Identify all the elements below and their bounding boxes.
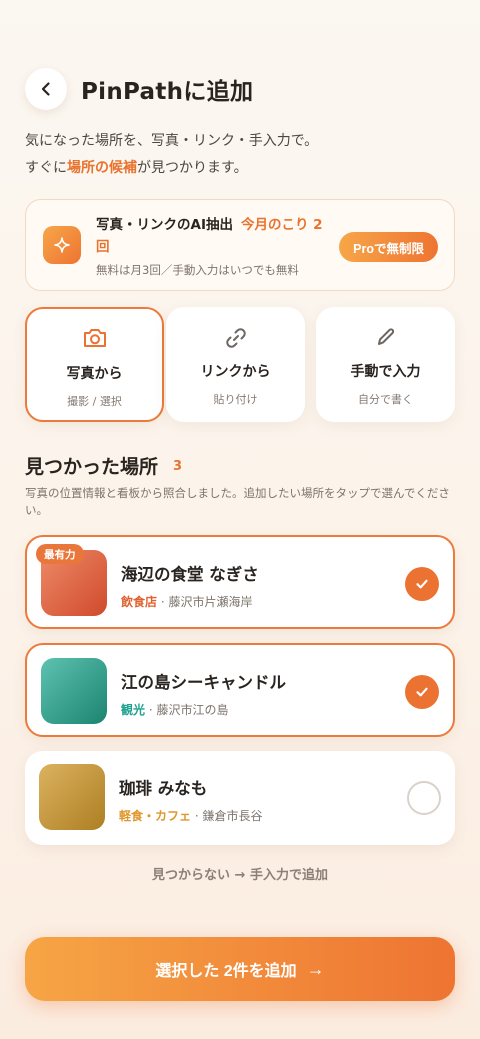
place-category: 軽食・カフェ	[119, 809, 192, 823]
method-manual-sub: 自分で書く	[358, 393, 413, 406]
quota-subtitle: 無料は月3回／手動入力はいつでも無料	[96, 263, 299, 277]
place-checkbox[interactable]	[405, 675, 439, 709]
place-location: 鎌倉市長谷	[202, 809, 263, 823]
place-category: 観光	[121, 703, 146, 717]
intro-line-2-post: が見つかります。	[137, 160, 248, 176]
pro-upgrade-button[interactable]: Proで無制限	[339, 232, 438, 262]
place-category: 飲食店	[121, 595, 158, 609]
place-checkbox[interactable]	[405, 567, 439, 601]
arrow-right-icon: →	[306, 958, 325, 979]
method-photo-label: 写真から	[66, 366, 123, 382]
place-card[interactable]: 珈琲 みなも 軽食・カフェ · 鎌倉市長谷	[25, 751, 455, 845]
place-checkbox[interactable]	[407, 781, 441, 815]
page-title: PinPathに追加	[81, 79, 254, 105]
place-meta: 飲食店 · 藤沢市片瀬海岸	[121, 595, 253, 609]
pencil-icon	[377, 328, 394, 345]
back-button[interactable]	[25, 68, 67, 110]
method-photo-sub: 撮影 / 選択	[67, 395, 122, 408]
quota-title-text: 写真・リンクのAI抽出	[96, 217, 233, 233]
header: PinPathに追加	[25, 68, 253, 110]
place-location: 藤沢市江の島	[156, 703, 229, 717]
sparkle-icon-box	[43, 226, 81, 264]
place-card[interactable]: 江の島シーキャンドル 観光 · 藤沢市江の島	[25, 643, 455, 737]
method-link-sub: 貼り付け	[213, 393, 258, 406]
sparkle-icon	[54, 237, 70, 253]
intro-line-2: すぐに場所の候補が見つかります。	[25, 155, 318, 182]
place-thumbnail	[41, 658, 107, 724]
place-card[interactable]: 最有力 海辺の食堂 なぎさ 飲食店 · 藤沢市片瀬海岸	[25, 535, 455, 629]
method-manual[interactable]: 手動で入力 自分で書く	[316, 307, 455, 422]
method-link[interactable]: リンクから 貼り付け	[166, 307, 305, 422]
method-link-label: リンクから	[200, 364, 271, 380]
method-photo[interactable]: 写真から 撮影 / 選択	[25, 307, 164, 422]
results-title: 見つかった場所	[25, 456, 159, 478]
best-match-badge: 最有力	[36, 544, 84, 564]
method-manual-label: 手動で入力	[350, 364, 421, 380]
place-name: 江の島シーキャンドル	[121, 673, 286, 692]
results-count: 3	[173, 459, 183, 474]
place-thumbnail	[39, 764, 105, 830]
intro-text: 気になった場所を、写真・リンク・手入力で。 すぐに場所の候補が見つかります。	[25, 128, 318, 182]
checkmark-icon	[416, 579, 428, 589]
results-description: 写真の位置情報と看板から照合しました。追加したい場所をタップで選んでください。	[25, 486, 450, 517]
link-icon	[225, 328, 246, 348]
checkmark-icon	[416, 687, 428, 697]
place-name: 珈琲 みなも	[119, 779, 208, 798]
chevron-left-icon	[41, 82, 50, 96]
quota-title: 写真・リンクのAI抽出 今月のこり 2回	[96, 214, 336, 258]
place-name: 海辺の食堂 なぎさ	[121, 565, 259, 584]
intro-line-1: 気になった場所を、写真・リンク・手入力で。	[25, 133, 319, 149]
camera-icon	[83, 329, 106, 347]
add-selected-label: 選択した 2件を追加	[155, 963, 297, 980]
ai-quota-card: 写真・リンクのAI抽出 今月のこり 2回 無料は月3回／手動入力はいつでも無料 P…	[25, 199, 455, 291]
place-location: 藤沢市片瀬海岸	[168, 595, 253, 609]
manual-entry-link[interactable]: 見つからない → 手入力で追加	[0, 864, 480, 883]
intro-line-2-pre: すぐに	[25, 160, 67, 176]
place-meta: 軽食・カフェ · 鎌倉市長谷	[119, 809, 263, 823]
add-selected-button[interactable]: 選択した 2件を追加 →	[25, 937, 455, 1001]
intro-highlight: 場所の候補	[67, 160, 137, 176]
place-meta: 観光 · 藤沢市江の島	[121, 703, 229, 717]
